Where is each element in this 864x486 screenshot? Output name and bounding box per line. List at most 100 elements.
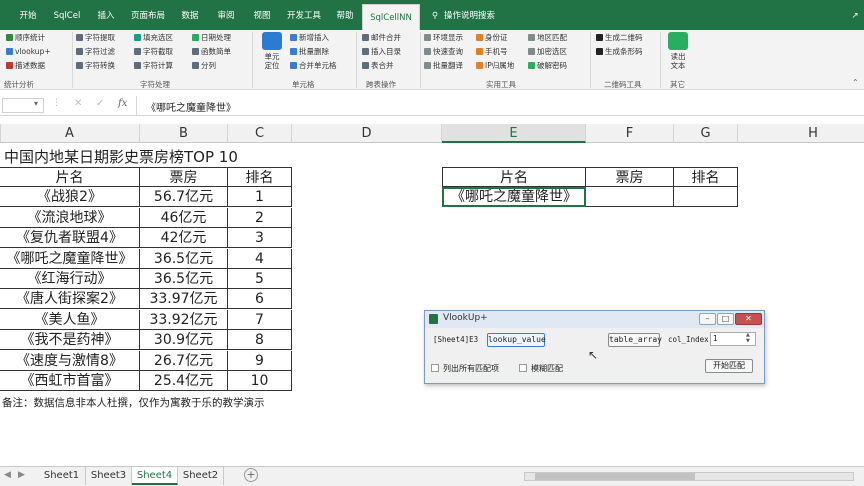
add-sheet-button[interactable]: + xyxy=(244,468,258,482)
table-cell[interactable]: 26.7亿元 xyxy=(140,350,228,371)
column-header-e[interactable]: E xyxy=(442,124,586,143)
table-cell[interactable]: 36.5亿元 xyxy=(140,269,228,289)
table-cell[interactable]: 《流浪地球》 xyxy=(0,207,140,228)
table-cell[interactable]: 《速度与激情8》 xyxy=(0,350,140,371)
collapse-ribbon-icon[interactable]: ⌃ xyxy=(852,78,859,87)
table-header-cell[interactable]: 票房 xyxy=(140,167,228,187)
scrollbar-thumb[interactable] xyxy=(535,473,695,480)
tab-view[interactable]: 视图 xyxy=(244,0,280,30)
table-cell[interactable]: 5 xyxy=(228,269,292,289)
table-cell[interactable]: 3 xyxy=(228,228,292,249)
char-convert-button[interactable]: 字符转换 xyxy=(76,60,115,72)
crack-password-button[interactable]: 破解密码 xyxy=(528,60,567,72)
sheet-tab-sheet4[interactable]: Sheet4 xyxy=(132,467,178,485)
function-simple-button[interactable]: 函数简单 xyxy=(192,46,231,58)
fill-selection-button[interactable]: 填充选区 xyxy=(134,32,173,44)
formula-input[interactable]: 《哪吒之魔童降世》 xyxy=(146,99,236,114)
quick-query-button[interactable]: 快速查询 xyxy=(424,46,463,58)
table-cell[interactable]: 《美人鱼》 xyxy=(0,309,140,330)
table-cell[interactable]: 2 xyxy=(228,207,292,228)
horizontal-scrollbar[interactable] xyxy=(524,472,854,481)
batch-translate-button[interactable]: 批量翻译 xyxy=(424,60,463,72)
close-icon[interactable]: ✕ xyxy=(735,313,762,325)
lookup-header-cell[interactable]: 票房 xyxy=(586,167,674,187)
split-column-button[interactable]: 分列 xyxy=(192,60,216,72)
table-cell[interactable]: 《唐人街探案2》 xyxy=(0,289,140,310)
lookup-value-button[interactable]: lookup_value xyxy=(487,333,546,347)
table-merge-button[interactable]: 表合并 xyxy=(362,60,394,72)
spinner-icon[interactable]: ▲ ▼ xyxy=(746,332,750,344)
tab-sqlcel[interactable]: SqlCel xyxy=(46,0,88,30)
generate-barcode-button[interactable]: 生成条形码 xyxy=(596,46,643,58)
region-match-button[interactable]: 地区匹配 xyxy=(528,32,567,44)
table-cell[interactable]: 《哪吒之魔童降世》 xyxy=(0,248,140,269)
describe-data-button[interactable]: 描述数据 xyxy=(6,60,45,72)
lookup-header-cell[interactable]: 排名 xyxy=(674,167,738,187)
table-cell[interactable]: 36.5亿元 xyxy=(140,248,228,269)
read-text-button[interactable]: 读出 文本 xyxy=(664,32,692,70)
table-cell[interactable]: 46亿元 xyxy=(140,207,228,228)
table-cell[interactable]: 10 xyxy=(228,371,292,391)
char-substring-button[interactable]: 字符截取 xyxy=(134,46,173,58)
tell-me-search[interactable]: 操作说明搜索 xyxy=(444,0,508,30)
cell-locate-button[interactable]: 单元 定位 xyxy=(258,32,286,70)
share-icon[interactable]: ↗ xyxy=(846,0,864,30)
lookup-header-cell[interactable]: 片名 xyxy=(442,167,586,187)
cancel-icon[interactable]: ✕ xyxy=(74,98,82,109)
table-cell[interactable]: 42亿元 xyxy=(140,228,228,249)
tab-developer[interactable]: 开发工具 xyxy=(280,0,328,30)
start-match-button[interactable]: 开始匹配 xyxy=(705,359,753,373)
maximize-icon[interactable]: □ xyxy=(717,313,734,325)
column-header-h[interactable]: H xyxy=(738,124,864,143)
insert-new-button[interactable]: 新增插入 xyxy=(290,32,329,44)
scroll-right-icon[interactable]: ▶ xyxy=(18,470,25,480)
table-cell[interactable]: 8 xyxy=(228,330,292,351)
table-cell[interactable]: 33.97亿元 xyxy=(140,289,228,310)
encrypt-selection-button[interactable]: 加密选区 xyxy=(528,46,567,58)
date-process-button[interactable]: 日期处理 xyxy=(192,32,231,44)
column-header-g[interactable]: G xyxy=(674,124,738,143)
table-array-button[interactable]: table_array xyxy=(608,333,662,347)
table-cell[interactable]: 33.92亿元 xyxy=(140,309,228,330)
env-display-button[interactable]: 环境显示 xyxy=(424,32,463,44)
tab-data[interactable]: 数据 xyxy=(172,0,208,30)
char-calc-button[interactable]: 字符计算 xyxy=(134,60,173,72)
lookup-result-cell[interactable] xyxy=(586,187,674,208)
table-cell[interactable]: 《西虹市首富》 xyxy=(0,371,140,391)
active-cell[interactable]: 《哪吒之魔童降世》 xyxy=(442,187,586,208)
insert-toc-button[interactable]: 插入目录 xyxy=(362,46,401,58)
table-cell[interactable]: 7 xyxy=(228,309,292,330)
table-cell[interactable]: 4 xyxy=(228,248,292,269)
lookup-result-cell[interactable] xyxy=(674,187,738,208)
generate-qrcode-button[interactable]: 生成二维码 xyxy=(596,32,643,44)
column-header-b[interactable]: B xyxy=(140,124,228,143)
merge-cells-button[interactable]: 合并单元格 xyxy=(290,60,337,72)
phone-number-button[interactable]: 手机号 xyxy=(476,46,508,58)
fuzzy-match-checkbox[interactable] xyxy=(519,364,527,372)
batch-delete-button[interactable]: 批量删除 xyxy=(290,46,329,58)
column-header-d[interactable]: D xyxy=(292,124,442,143)
table-cell[interactable]: 6 xyxy=(228,289,292,310)
tab-page-layout[interactable]: 页面布局 xyxy=(124,0,172,30)
confirm-icon[interactable]: ✓ xyxy=(96,98,104,109)
table-cell[interactable]: 56.7亿元 xyxy=(140,187,228,208)
vlookup-plus-button[interactable]: vlookup+ xyxy=(6,46,51,58)
table-cell[interactable]: 30.9亿元 xyxy=(140,330,228,351)
tab-home[interactable]: 开始 xyxy=(10,0,46,30)
column-header-f[interactable]: F xyxy=(586,124,674,143)
table-header-cell[interactable]: 片名 xyxy=(0,167,140,187)
tab-sqlcellnn[interactable]: SqlCellNN xyxy=(362,4,420,30)
table-cell[interactable]: 1 xyxy=(228,187,292,208)
column-header-a[interactable]: A xyxy=(0,124,140,143)
tab-review[interactable]: 审阅 xyxy=(208,0,244,30)
ip-location-button[interactable]: IP归属地 xyxy=(476,60,514,72)
table-cell[interactable]: 25.4亿元 xyxy=(140,371,228,391)
sheet-grid[interactable]: 中国内地某日期影史票房榜TOP 10 片名 票房 排名 《战狼2》 56.7亿元 1 《流浪… xyxy=(0,143,864,466)
table-cell[interactable]: 《我不是药神》 xyxy=(0,330,140,351)
sheet-tab-sheet3[interactable]: Sheet3 xyxy=(86,467,132,485)
minimize-icon[interactable]: – xyxy=(699,313,716,325)
sheet-tab-sheet2[interactable]: Sheet2 xyxy=(178,467,224,485)
char-extract-button[interactable]: 字符提取 xyxy=(76,32,115,44)
insert-function-icon[interactable]: fx xyxy=(118,98,127,109)
sheet-tab-sheet1[interactable]: Sheet1 xyxy=(38,467,86,485)
